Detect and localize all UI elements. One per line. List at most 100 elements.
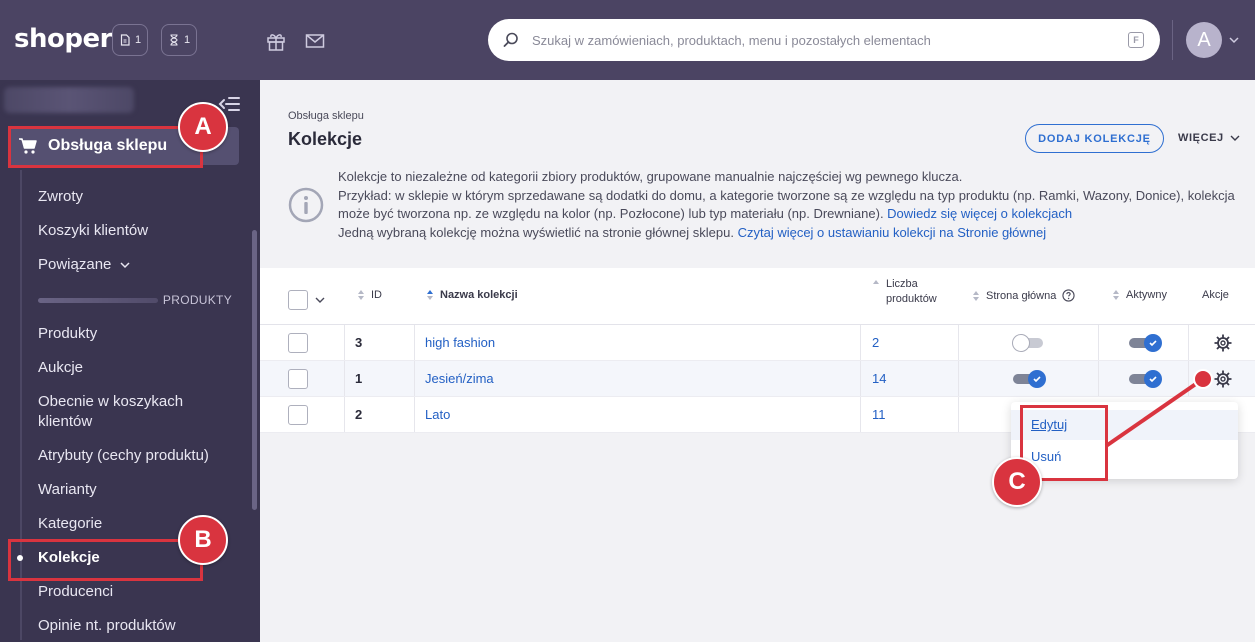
row-count-link[interactable]: 2 [872, 335, 879, 350]
table-row: 1 Jesień/zima 14 [260, 361, 1255, 397]
row-name-link[interactable]: Jesień/zima [425, 371, 494, 386]
column-header-count[interactable]: Liczba produktów [872, 277, 937, 307]
search-input[interactable]: Szukaj w zamówieniach, produktach, menu … [532, 33, 1128, 48]
table-row: 3 high fashion 2 [260, 325, 1255, 361]
annotation-box-a [8, 126, 203, 168]
column-separator [860, 325, 861, 360]
row-name-link[interactable]: high fashion [425, 335, 495, 350]
sidebar-item-product-reviews[interactable]: Opinie nt. produktów [38, 616, 176, 636]
sidebar-item-variants[interactable]: Warianty [38, 480, 97, 500]
search-bar[interactable]: Szukaj w zamówieniach, produktach, menu … [488, 19, 1160, 61]
sidebar-item-products[interactable]: Produkty [38, 324, 97, 344]
sort-icon [873, 280, 879, 284]
sidebar-item-producers[interactable]: Producenci [38, 582, 113, 602]
check-icon [1033, 376, 1041, 383]
column-separator [1188, 325, 1189, 360]
pending-count: 1 [183, 34, 191, 46]
column-header-homepage-label: Strona główna [986, 289, 1057, 302]
row-id: 1 [355, 371, 363, 386]
row-checkbox[interactable] [288, 369, 308, 389]
mail-icon[interactable] [304, 30, 326, 52]
table-header: ID Nazwa kolekcji Liczba produktów Stron… [260, 268, 1255, 325]
gear-icon[interactable] [1213, 333, 1233, 353]
row-checkbox[interactable] [288, 405, 308, 425]
add-collection-button[interactable]: DODAJ KOLEKCJĘ [1025, 124, 1164, 153]
row-id: 3 [355, 335, 363, 350]
chevron-down-icon [1230, 135, 1240, 141]
gift-icon[interactable] [265, 30, 287, 52]
sidebar-item-in-carts[interactable]: Obecnie w koszykach klientów [38, 392, 208, 432]
column-separator [344, 325, 345, 360]
top-bar: shoper 1 1 Szukaj w zamówieniach, produk… [0, 0, 1255, 80]
annotation-badge-c: C [992, 457, 1042, 507]
help-icon[interactable] [1062, 289, 1075, 302]
sidebar-item-returns[interactable]: Zwroty [38, 187, 83, 207]
orders-counter[interactable]: 1 [112, 24, 148, 56]
check-icon [1149, 340, 1157, 347]
gear-icon[interactable] [1213, 369, 1233, 389]
shoper-logo[interactable]: shoper [14, 24, 112, 54]
info-icon [288, 187, 324, 223]
search-shortcut-key: F [1128, 32, 1144, 48]
select-all-checkbox[interactable] [288, 290, 308, 310]
count-header-line2: produktów [886, 293, 937, 305]
row-checkbox[interactable] [288, 333, 308, 353]
active-toggle[interactable] [1129, 370, 1162, 388]
annotation-badge-b: B [178, 515, 228, 565]
pending-counter[interactable]: 1 [161, 24, 197, 56]
homepage-toggle[interactable] [1012, 334, 1043, 352]
column-separator [414, 397, 415, 432]
homepage-toggle[interactable] [1013, 370, 1046, 388]
sidebar-item-related[interactable]: Powiązane [38, 255, 131, 275]
column-header-count-label: Liczba produktów [886, 277, 937, 307]
row-name-link[interactable]: Lato [425, 407, 450, 422]
sidebar-item-attributes[interactable]: Atrybuty (cechy produktu) [38, 446, 209, 466]
check-icon [1149, 376, 1157, 383]
column-separator [958, 361, 959, 396]
sidebar-section-products: PRODUKTY [38, 293, 232, 307]
store-name-blurred [4, 87, 134, 113]
sort-icon [427, 290, 433, 300]
row-count-link[interactable]: 11 [872, 407, 886, 422]
column-header-actions: Akcje [1202, 289, 1229, 301]
column-separator [958, 325, 959, 360]
column-separator [414, 361, 415, 396]
column-header-name[interactable]: Nazwa kolekcji [426, 289, 518, 301]
info-line-1: Kolekcje to niezależne od kategorii zbio… [338, 169, 963, 184]
sidebar-scrollbar[interactable] [252, 230, 257, 510]
section-divider [38, 297, 158, 303]
column-separator [414, 325, 415, 360]
sidebar-item-auctions[interactable]: Aukcje [38, 358, 83, 378]
chevron-down-icon[interactable] [1228, 34, 1240, 46]
annotation-badge-a: A [178, 102, 228, 152]
section-label: PRODUKTY [162, 293, 232, 307]
column-header-active[interactable]: Aktywny [1112, 289, 1167, 301]
document-icon [120, 34, 130, 46]
annotation-box-b [8, 539, 203, 581]
count-header-line1: Liczba [886, 278, 918, 290]
info-line-4-text: Jedną wybraną kolekcję można wyświetlić … [338, 224, 738, 240]
column-separator [1098, 361, 1099, 396]
main-content: Obsługa sklepu Kolekcje DODAJ KOLEKCJĘ W… [260, 80, 1255, 642]
row-count-link[interactable]: 14 [872, 371, 886, 386]
column-separator [860, 361, 861, 396]
column-separator [860, 397, 861, 432]
hourglass-icon [170, 34, 178, 46]
breadcrumb[interactable]: Obsługa sklepu [288, 110, 364, 122]
column-separator [1188, 361, 1189, 396]
avatar[interactable]: A [1186, 22, 1222, 58]
sidebar-item-customer-carts[interactable]: Koszyki klientów [38, 221, 148, 241]
chevron-down-icon[interactable] [314, 295, 326, 305]
homepage-settings-link[interactable]: Czytaj więcej o ustawianiu kolekcji na S… [738, 225, 1047, 240]
column-header-id[interactable]: ID [357, 289, 382, 301]
chevron-down-icon [120, 262, 130, 269]
learn-more-link[interactable]: Dowiedz się więcej o kolekcjach [887, 206, 1072, 221]
column-separator [1098, 325, 1099, 360]
more-button[interactable]: WIĘCEJ [1178, 132, 1240, 144]
info-line-4: Jedną wybraną kolekcję można wyświetlić … [338, 224, 1238, 243]
toggle-knob [1144, 334, 1162, 352]
sidebar-item-categories[interactable]: Kategorie [38, 514, 102, 534]
info-line-2: Przykład: w sklepie w którym sprzedawane… [338, 187, 1235, 203]
column-header-homepage[interactable]: Strona główna [972, 289, 1075, 302]
active-toggle[interactable] [1129, 334, 1162, 352]
